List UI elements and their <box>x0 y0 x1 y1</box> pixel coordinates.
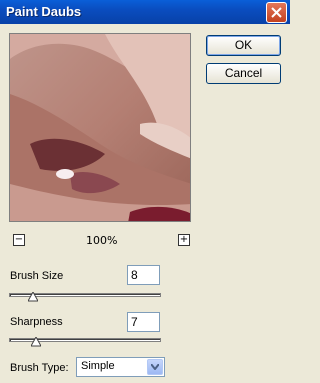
minus-icon: − <box>14 234 24 245</box>
brush-size-input[interactable]: 8 <box>127 265 160 285</box>
sharpness-input[interactable]: 7 <box>127 312 160 332</box>
cancel-button[interactable]: Cancel <box>206 63 281 84</box>
brush-size-slider-thumb[interactable] <box>28 292 38 302</box>
zoom-out-button[interactable]: − <box>13 234 25 246</box>
close-icon <box>271 7 282 18</box>
brush-type-label: Brush Type: <box>10 362 69 374</box>
sharpness-slider-thumb[interactable] <box>31 337 41 347</box>
brush-type-select[interactable]: Simple <box>76 357 165 377</box>
brush-type-value: Simple <box>81 360 115 372</box>
window-title: Paint Daubs <box>6 4 82 19</box>
sharpness-label: Sharpness <box>10 316 63 328</box>
brush-size-label: Brush Size <box>10 270 64 282</box>
close-button[interactable] <box>266 2 287 23</box>
title-bar: Paint Daubs <box>0 0 290 24</box>
filter-preview[interactable] <box>9 33 191 222</box>
plus-icon: + <box>179 234 189 245</box>
ok-button[interactable]: OK <box>206 35 281 56</box>
preview-image <box>10 34 190 221</box>
zoom-in-button[interactable]: + <box>178 234 190 246</box>
zoom-level: 100% <box>86 234 118 247</box>
chevron-down-icon[interactable] <box>147 359 163 375</box>
